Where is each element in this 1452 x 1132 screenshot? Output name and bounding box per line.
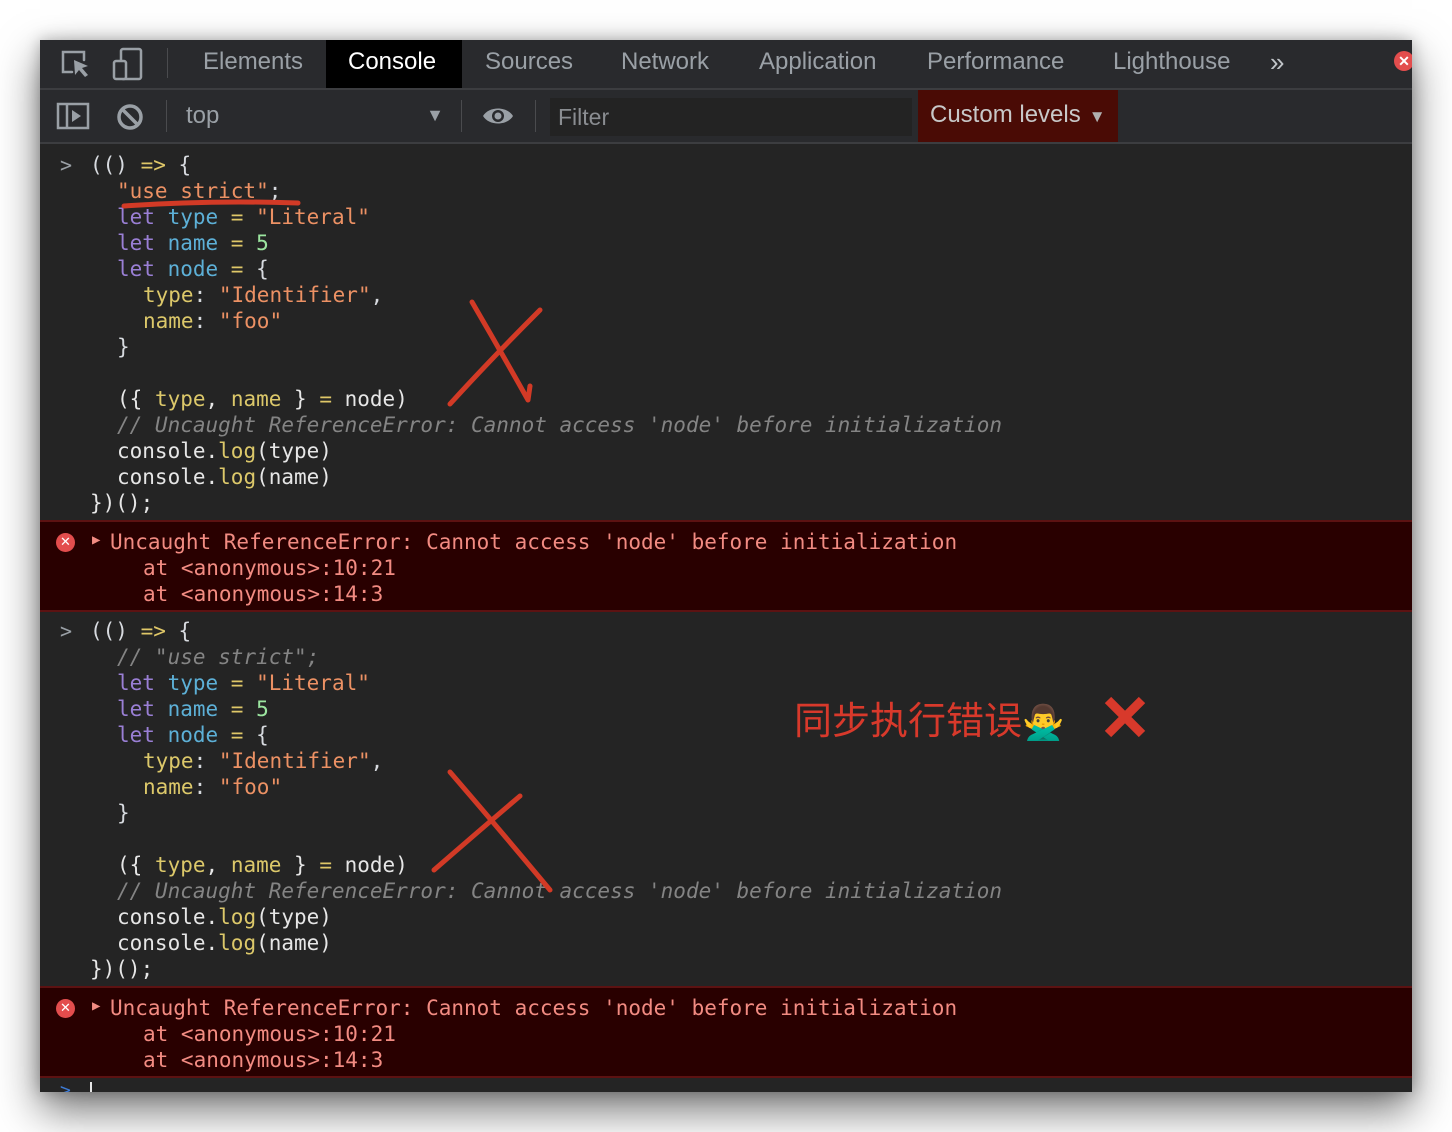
code-line: })(); (90, 491, 154, 515)
annotation-note-text: 同步执行错误 (794, 699, 1023, 743)
code-line: console.log(name) (117, 465, 332, 489)
chevron-down-icon: ▼ (426, 105, 444, 125)
live-expression-eye-icon[interactable] (481, 104, 515, 128)
code-comment: // "use strict"; (117, 645, 320, 669)
tab-network[interactable]: Network (599, 40, 731, 88)
context-selector[interactable]: top ▼ (180, 90, 450, 142)
error-message-text: Uncaught ReferenceError: Cannot access '… (110, 996, 958, 1020)
code-line: let node = { (117, 723, 269, 747)
code-comment: // Uncaught ReferenceError: Cannot acces… (117, 879, 1003, 903)
code-line: } (117, 801, 130, 825)
console-error-message: ✕ ▶ Uncaught ReferenceError: Cannot acce… (40, 520, 1412, 612)
tab-application[interactable]: Application (737, 40, 898, 88)
tab-separator (167, 48, 168, 78)
code-line: let name = 5 (117, 697, 269, 721)
toolbar-separator (166, 100, 167, 132)
expand-triangle-icon[interactable]: ▶ (92, 993, 100, 1019)
annotation-note: 同步执行错误🙅‍♂️ (794, 690, 1064, 745)
red-cross-icon (1104, 696, 1146, 738)
code-line: })(); (90, 957, 154, 981)
toolbar-separator (535, 100, 536, 132)
code-line: ({ type, name } = node) (117, 387, 408, 411)
log-levels-dropdown[interactable]: Custom levels ▼ (918, 90, 1118, 142)
inspect-element-icon[interactable] (58, 46, 94, 82)
console-toolbar: top ▼ Custom levels ▼ (40, 90, 1412, 144)
code-line: (() => { (90, 619, 192, 643)
stack-frame-link[interactable]: at <anonymous>:14:3 (143, 1047, 383, 1073)
filter-input[interactable] (550, 98, 912, 136)
code-line: type: "Identifier", (143, 283, 384, 307)
code-line: let name = 5 (117, 231, 269, 255)
error-message-text: Uncaught ReferenceError: Cannot access '… (110, 530, 958, 554)
tab-elements[interactable]: Elements (181, 40, 325, 88)
stack-frame-link[interactable]: at <anonymous>:10:21 (143, 1021, 396, 1047)
person-gesturing-no-icon: 🙅‍♂️ (1022, 703, 1065, 743)
code-line: console.log(name) (117, 931, 332, 955)
code-line: "use strict"; (117, 179, 282, 203)
devtools-window: Elements Console Sources Network Applica… (40, 40, 1412, 1092)
code-line: console.log(type) (117, 439, 332, 463)
stack-frame-link[interactable]: at <anonymous>:14:3 (143, 581, 383, 607)
console-prompt-input[interactable]: > (40, 1080, 1412, 1092)
error-count-badge-icon[interactable]: ✕ (1394, 51, 1412, 71)
context-value: top (186, 102, 220, 129)
device-toolbar-icon[interactable] (110, 46, 146, 82)
error-icon: ✕ (56, 999, 75, 1018)
prompt-chevron-icon: > (60, 1080, 71, 1092)
code-line: name: "foo" (143, 775, 283, 799)
clear-console-icon[interactable] (116, 103, 144, 131)
tab-sources[interactable]: Sources (463, 40, 595, 88)
code-line: let type = "Literal" (117, 205, 370, 229)
prompt-chevron-icon: > (60, 619, 73, 643)
chevron-down-icon: ▼ (1088, 107, 1106, 126)
error-icon: ✕ (56, 533, 75, 552)
stack-frame-link[interactable]: at <anonymous>:10:21 (143, 555, 396, 581)
code-line: ({ type, name } = node) (117, 853, 408, 877)
code-line: (() => { (90, 153, 192, 177)
console-output: > (() => { "use strict"; let type = "Lit… (40, 144, 1412, 1092)
toolbar-separator (461, 100, 462, 132)
console-error-message: ✕ ▶ Uncaught ReferenceError: Cannot acce… (40, 986, 1412, 1078)
log-levels-label: Custom levels (930, 101, 1081, 128)
sidebar-toggle-icon[interactable] (56, 102, 90, 130)
code-line: console.log(type) (117, 905, 332, 929)
tab-console[interactable]: Console (326, 40, 462, 88)
code-comment: // Uncaught ReferenceError: Cannot acces… (117, 413, 1003, 437)
code-line: type: "Identifier", (143, 749, 384, 773)
prompt-chevron-icon: > (60, 153, 73, 177)
code-line: let node = { (117, 257, 269, 281)
code-line: } (117, 335, 130, 359)
code-line: name: "foo" (143, 309, 283, 333)
tab-lighthouse[interactable]: Lighthouse (1091, 40, 1252, 88)
tab-performance[interactable]: Performance (905, 40, 1086, 88)
code-line: let type = "Literal" (117, 671, 370, 695)
more-tabs-button[interactable]: » (1270, 40, 1284, 88)
expand-triangle-icon[interactable]: ▶ (92, 527, 100, 553)
text-cursor (90, 1082, 92, 1092)
devtools-tab-bar: Elements Console Sources Network Applica… (40, 40, 1412, 90)
